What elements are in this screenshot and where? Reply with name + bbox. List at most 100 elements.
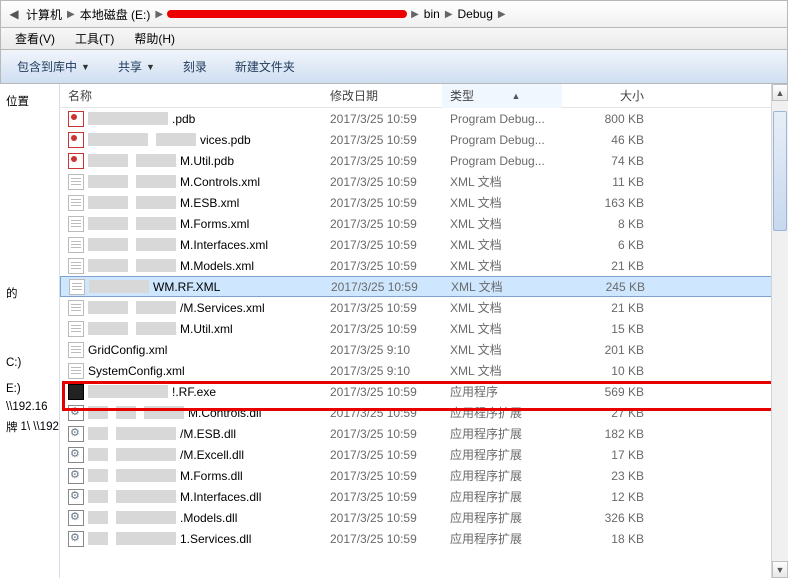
dll-file-icon bbox=[68, 405, 84, 421]
file-size-cell: 18 KB bbox=[562, 532, 652, 546]
file-modified-cell: 2017/3/25 9:10 bbox=[322, 343, 442, 357]
pixelated-text bbox=[156, 133, 196, 146]
col-name[interactable]: 名称 bbox=[60, 84, 322, 108]
file-row[interactable]: M.Interfaces.xml2017/3/25 10:59XML 文档6 K… bbox=[60, 234, 788, 255]
file-row[interactable]: /M.Services.xml2017/3/25 10:59XML 文档21 K… bbox=[60, 297, 788, 318]
tool-share[interactable]: 共享▼ bbox=[110, 54, 163, 79]
file-name-cell: GridConfig.xml bbox=[60, 342, 322, 358]
file-name-cell: M.Util.pdb bbox=[60, 153, 322, 169]
pixelated-text bbox=[88, 175, 128, 188]
file-row[interactable]: 1.Services.dll2017/3/25 10:59应用程序扩展18 KB bbox=[60, 528, 788, 549]
file-row-highlighted[interactable]: !.RF.exe2017/3/25 10:59应用程序569 KB bbox=[60, 381, 788, 402]
menubar: 查看(V) 工具(T) 帮助(H) bbox=[0, 28, 788, 50]
file-row[interactable]: GridConfig.xml2017/3/25 9:10XML 文档201 KB bbox=[60, 339, 788, 360]
scroll-down-button[interactable]: ▼ bbox=[772, 561, 788, 578]
xml-file-icon bbox=[68, 195, 84, 211]
file-row[interactable]: M.Interfaces.dll2017/3/25 10:59应用程序扩展12 … bbox=[60, 486, 788, 507]
sidebar-drive-c[interactable]: C:) bbox=[4, 354, 55, 372]
file-row[interactable]: M.Forms.dll2017/3/25 10:59应用程序扩展23 KB bbox=[60, 465, 788, 486]
file-row[interactable]: /M.Excell.dll2017/3/25 10:59应用程序扩展17 KB bbox=[60, 444, 788, 465]
file-size-cell: 23 KB bbox=[562, 469, 652, 483]
file-modified-cell: 2017/3/25 10:59 bbox=[322, 532, 442, 546]
file-row[interactable]: M.Util.xml2017/3/25 10:59XML 文档15 KB bbox=[60, 318, 788, 339]
file-type-cell: XML 文档 bbox=[442, 194, 562, 211]
menu-view[interactable]: 查看(V) bbox=[9, 28, 61, 49]
file-size-cell: 11 KB bbox=[562, 175, 652, 189]
pixelated-text bbox=[116, 511, 176, 524]
col-size[interactable]: 大小 bbox=[562, 84, 652, 108]
tool-burn[interactable]: 刻录 bbox=[175, 54, 215, 79]
file-row[interactable]: vices.pdb2017/3/25 10:59Program Debug...… bbox=[60, 129, 788, 150]
breadcrumb[interactable]: ◀ 计算机 ▶ 本地磁盘 (E:) ▶ ▶ bin ▶ Debug ▶ bbox=[0, 0, 788, 28]
menu-tools[interactable]: 工具(T) bbox=[69, 28, 120, 49]
crumb-bin[interactable]: bin bbox=[421, 2, 443, 26]
file-size-cell: 163 KB bbox=[562, 196, 652, 210]
file-modified-cell: 2017/3/25 10:59 bbox=[322, 217, 442, 231]
file-row[interactable]: M.Util.pdb2017/3/25 10:59Program Debug..… bbox=[60, 150, 788, 171]
scrollbar[interactable]: ▲ ▼ bbox=[771, 84, 788, 578]
file-name-suffix: WM.RF.XML bbox=[153, 280, 220, 294]
tool-include[interactable]: 包含到库中▼ bbox=[9, 54, 98, 79]
file-type-cell: XML 文档 bbox=[443, 278, 563, 295]
file-row[interactable]: M.ESB.xml2017/3/25 10:59XML 文档163 KB bbox=[60, 192, 788, 213]
sidebar-loc[interactable]: 位置 bbox=[4, 90, 55, 112]
file-modified-cell: 2017/3/25 10:59 bbox=[322, 448, 442, 462]
sidebar-computer[interactable]: 的 bbox=[4, 282, 55, 304]
file-row[interactable]: M.Forms.xml2017/3/25 10:59XML 文档8 KB bbox=[60, 213, 788, 234]
pixelated-text bbox=[88, 469, 108, 482]
sidebar-net1[interactable]: \\192.16 bbox=[4, 398, 55, 416]
file-list: 名称 修改日期 类型▲ 大小 .pdb2017/3/25 10:59Progra… bbox=[60, 84, 788, 578]
crumb-drive[interactable]: 本地磁盘 (E:) bbox=[77, 2, 154, 26]
file-type-cell: Program Debug... bbox=[442, 133, 562, 147]
file-row[interactable]: /M.ESB.dll2017/3/25 10:59应用程序扩展182 KB bbox=[60, 423, 788, 444]
scroll-track[interactable] bbox=[772, 101, 788, 561]
file-name-cell: WM.RF.XML bbox=[61, 279, 323, 295]
menu-help[interactable]: 帮助(H) bbox=[128, 28, 181, 49]
xml-file-icon bbox=[68, 174, 84, 190]
pixelated-text bbox=[88, 427, 108, 440]
file-name-cell: M.Controls.dll bbox=[60, 405, 322, 421]
pixelated-text bbox=[88, 511, 108, 524]
crumb-pc[interactable]: 计算机 bbox=[23, 2, 65, 26]
file-row[interactable]: M.Models.xml2017/3/25 10:59XML 文档21 KB bbox=[60, 255, 788, 276]
tool-newfolder[interactable]: 新建文件夹 bbox=[227, 54, 303, 79]
file-modified-cell: 2017/3/25 10:59 bbox=[322, 511, 442, 525]
file-type-cell: XML 文档 bbox=[442, 257, 562, 274]
file-name-suffix: /M.ESB.dll bbox=[180, 427, 236, 441]
sidebar-drive-e[interactable]: E:) bbox=[4, 380, 55, 398]
file-name-cell: !.RF.exe bbox=[60, 384, 322, 400]
file-size-cell: 12 KB bbox=[562, 490, 652, 504]
sidebar: 位置 的 C:) E:) \\192.16 牌 1\ \\192 bbox=[0, 84, 60, 578]
file-name-suffix: !.RF.exe bbox=[172, 385, 216, 399]
file-row[interactable]: SystemConfig.xml2017/3/25 9:10XML 文档10 K… bbox=[60, 360, 788, 381]
xml-file-icon bbox=[68, 216, 84, 232]
file-size-cell: 800 KB bbox=[562, 112, 652, 126]
file-modified-cell: 2017/3/25 10:59 bbox=[322, 406, 442, 420]
crumb-debug[interactable]: Debug bbox=[455, 2, 496, 26]
col-type[interactable]: 类型▲ bbox=[442, 84, 562, 108]
file-modified-cell: 2017/3/25 10:59 bbox=[322, 196, 442, 210]
pixelated-text bbox=[136, 175, 176, 188]
file-row[interactable]: M.Controls.xml2017/3/25 10:59XML 文档11 KB bbox=[60, 171, 788, 192]
back-button[interactable]: ◀ bbox=[5, 5, 23, 23]
scroll-up-button[interactable]: ▲ bbox=[772, 84, 788, 101]
file-size-cell: 569 KB bbox=[562, 385, 652, 399]
file-name-cell: M.Interfaces.dll bbox=[60, 489, 322, 505]
scroll-thumb[interactable] bbox=[773, 111, 787, 231]
xml-file-icon bbox=[69, 279, 85, 295]
file-row[interactable]: M.Controls.dll2017/3/25 10:59应用程序扩展27 KB bbox=[60, 402, 788, 423]
pixelated-text bbox=[89, 280, 149, 293]
pixelated-text bbox=[136, 259, 176, 272]
sidebar-net2[interactable]: 牌 1\ \\192 bbox=[4, 416, 55, 438]
xml-file-icon bbox=[68, 237, 84, 253]
file-row[interactable]: .Models.dll2017/3/25 10:59应用程序扩展326 KB bbox=[60, 507, 788, 528]
file-row[interactable]: WM.RF.XML2017/3/25 10:59XML 文档245 KB bbox=[60, 276, 788, 297]
file-size-cell: 182 KB bbox=[562, 427, 652, 441]
file-row[interactable]: .pdb2017/3/25 10:59Program Debug...800 K… bbox=[60, 108, 788, 129]
file-modified-cell: 2017/3/25 10:59 bbox=[323, 280, 443, 294]
file-name-suffix: M.Util.pdb bbox=[180, 154, 234, 168]
pixelated-text bbox=[136, 217, 176, 230]
file-name-suffix: vices.pdb bbox=[200, 133, 251, 147]
pixelated-text bbox=[136, 301, 176, 314]
col-modified[interactable]: 修改日期 bbox=[322, 84, 442, 108]
